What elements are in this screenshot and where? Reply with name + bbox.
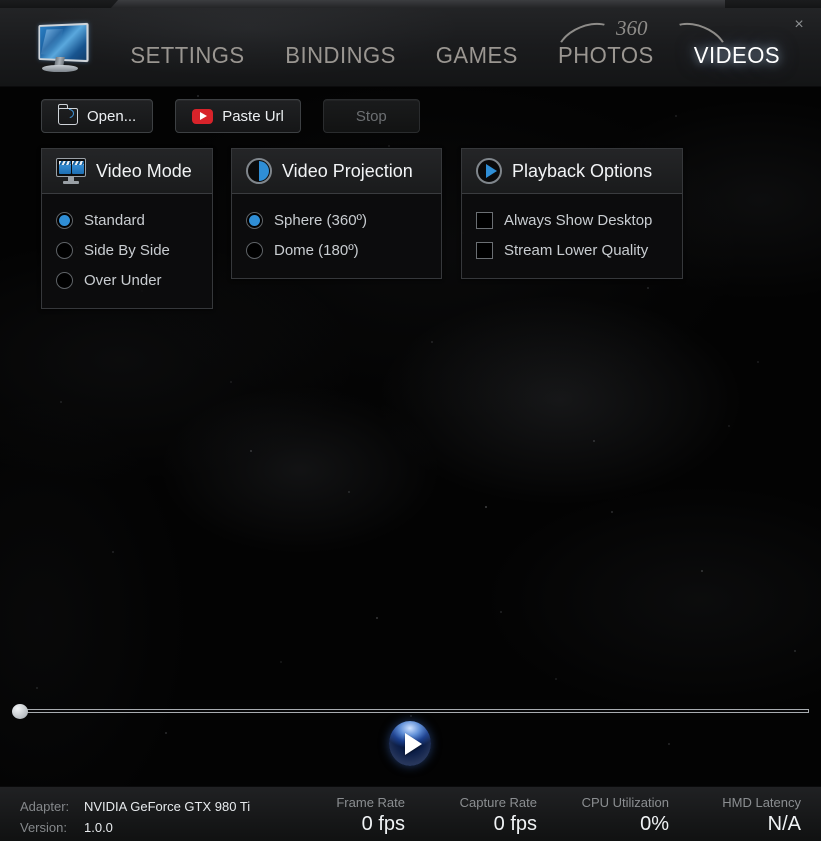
panel-playback-options-header: Playback Options: [462, 149, 682, 194]
panel-video-projection-title: Video Projection: [282, 160, 413, 181]
radio-side-by-side-label: Side By Side: [84, 241, 170, 259]
stat-frame-rate-value: 0 fps: [361, 813, 405, 835]
radio-standard-label: Standard: [84, 211, 145, 229]
radio-standard-indicator: [56, 211, 73, 229]
stat-capture-rate-value: 0 fps: [493, 813, 537, 835]
radio-side-by-side-indicator: [56, 241, 73, 259]
seek-track[interactable]: [20, 709, 809, 713]
panel-video-projection-body: Sphere (360º) Dome (180º): [232, 194, 441, 278]
open-button-label: Open...: [87, 107, 137, 125]
paste-url-button[interactable]: Paste Url: [175, 99, 301, 133]
checkbox-stream-lower-quality-indicator: [476, 241, 493, 259]
radio-side-by-side[interactable]: Side By Side: [56, 235, 198, 265]
adapter-label: Adapter:: [20, 799, 70, 814]
radio-sphere-360[interactable]: Sphere (360º): [246, 205, 427, 235]
play-button-icon[interactable]: [389, 721, 431, 766]
radio-over-under-indicator: [56, 271, 73, 289]
status-adapter-info: Adapter: NVIDIA GeForce GTX 980 Ti Versi…: [20, 796, 250, 838]
checkbox-always-show-desktop-indicator: [476, 211, 493, 229]
stat-capture-rate: Capture Rate 0 fps: [415, 793, 547, 836]
radio-dome-180[interactable]: Dome (180º): [246, 235, 427, 265]
monitor-icon: [30, 22, 89, 76]
radio-over-under[interactable]: Over Under: [56, 265, 198, 295]
seek-bar[interactable]: [12, 704, 809, 719]
panel-playback-options: Playback Options Always Show Desktop Str…: [461, 148, 683, 279]
panel-video-mode: Video Mode Standard Side By Side Over Un…: [41, 148, 213, 309]
toolbar: Open... Paste Url Stop: [41, 99, 420, 133]
stat-cpu-utilization: CPU Utilization 0%: [547, 793, 679, 836]
radio-sphere-360-label: Sphere (360º): [274, 211, 368, 229]
monitor-base: [42, 65, 78, 72]
tab-videos[interactable]: VIDEOS: [676, 40, 797, 70]
tab-settings[interactable]: SETTINGS: [113, 40, 262, 70]
panel-playback-options-title: Playback Options: [512, 160, 653, 181]
close-icon[interactable]: ×: [787, 13, 811, 37]
tab-photos[interactable]: PHOTOS: [540, 40, 670, 70]
panel-video-mode-header: Video Mode: [42, 149, 212, 194]
tab-bindings[interactable]: BINDINGS: [268, 40, 413, 70]
stop-button-label: Stop: [355, 107, 387, 125]
status-stats: Frame Rate 0 fps Capture Rate 0 fps CPU …: [283, 793, 811, 836]
radio-standard[interactable]: Standard: [56, 205, 198, 235]
radio-sphere-360-indicator: [246, 211, 263, 229]
radio-dome-180-label: Dome (180º): [274, 241, 359, 259]
app-header: SETTINGS BINDINGS GAMES PHOTOS VIDEOS 36…: [0, 8, 821, 87]
paste-url-button-label: Paste Url: [222, 107, 284, 125]
seek-thumb[interactable]: [12, 704, 28, 719]
status-bar: Adapter: NVIDIA GeForce GTX 980 Ti Versi…: [0, 786, 821, 841]
main-navigation: SETTINGS BINDINGS GAMES PHOTOS VIDEOS: [110, 38, 799, 72]
tab-games[interactable]: GAMES: [419, 40, 536, 70]
checkbox-always-show-desktop-label: Always Show Desktop: [504, 211, 653, 229]
folder-open-icon: [58, 103, 78, 125]
checkbox-always-show-desktop[interactable]: Always Show Desktop: [476, 205, 668, 235]
app-window: SETTINGS BINDINGS GAMES PHOTOS VIDEOS 36…: [0, 0, 821, 841]
stat-capture-rate-label: Capture Rate: [459, 795, 537, 810]
panel-video-projection: Video Projection Sphere (360º) Dome (180…: [231, 148, 442, 279]
stat-hmd-latency-value: N/A: [767, 813, 801, 835]
stat-hmd-latency-label: HMD Latency: [722, 795, 801, 810]
video-mode-monitor-icon: [56, 158, 86, 184]
stop-button[interactable]: Stop: [322, 99, 420, 133]
radio-over-under-label: Over Under: [84, 271, 162, 289]
youtube-icon: [192, 108, 214, 124]
panel-video-mode-body: Standard Side By Side Over Under: [42, 194, 212, 308]
version-label: Version:: [20, 820, 67, 835]
open-button[interactable]: Open...: [41, 99, 154, 133]
panel-video-mode-title: Video Mode: [96, 160, 192, 181]
stat-cpu-utilization-label: CPU Utilization: [581, 795, 669, 810]
stat-hmd-latency: HMD Latency N/A: [679, 793, 811, 836]
panel-playback-options-body: Always Show Desktop Stream Lower Quality: [462, 194, 682, 278]
adapter-value: NVIDIA GeForce GTX 980 Ti: [84, 799, 251, 814]
stat-frame-rate-label: Frame Rate: [336, 795, 405, 810]
checkbox-stream-lower-quality[interactable]: Stream Lower Quality: [476, 235, 668, 265]
stat-cpu-utilization-value: 0%: [640, 813, 669, 835]
half-sphere-icon: [246, 158, 272, 184]
radio-dome-180-indicator: [246, 241, 263, 259]
stat-frame-rate: Frame Rate 0 fps: [283, 793, 415, 836]
checkbox-stream-lower-quality-label: Stream Lower Quality: [504, 241, 649, 259]
play-circle-icon: [476, 158, 502, 184]
panel-video-projection-header: Video Projection: [232, 149, 441, 194]
version-value: 1.0.0: [84, 820, 113, 835]
